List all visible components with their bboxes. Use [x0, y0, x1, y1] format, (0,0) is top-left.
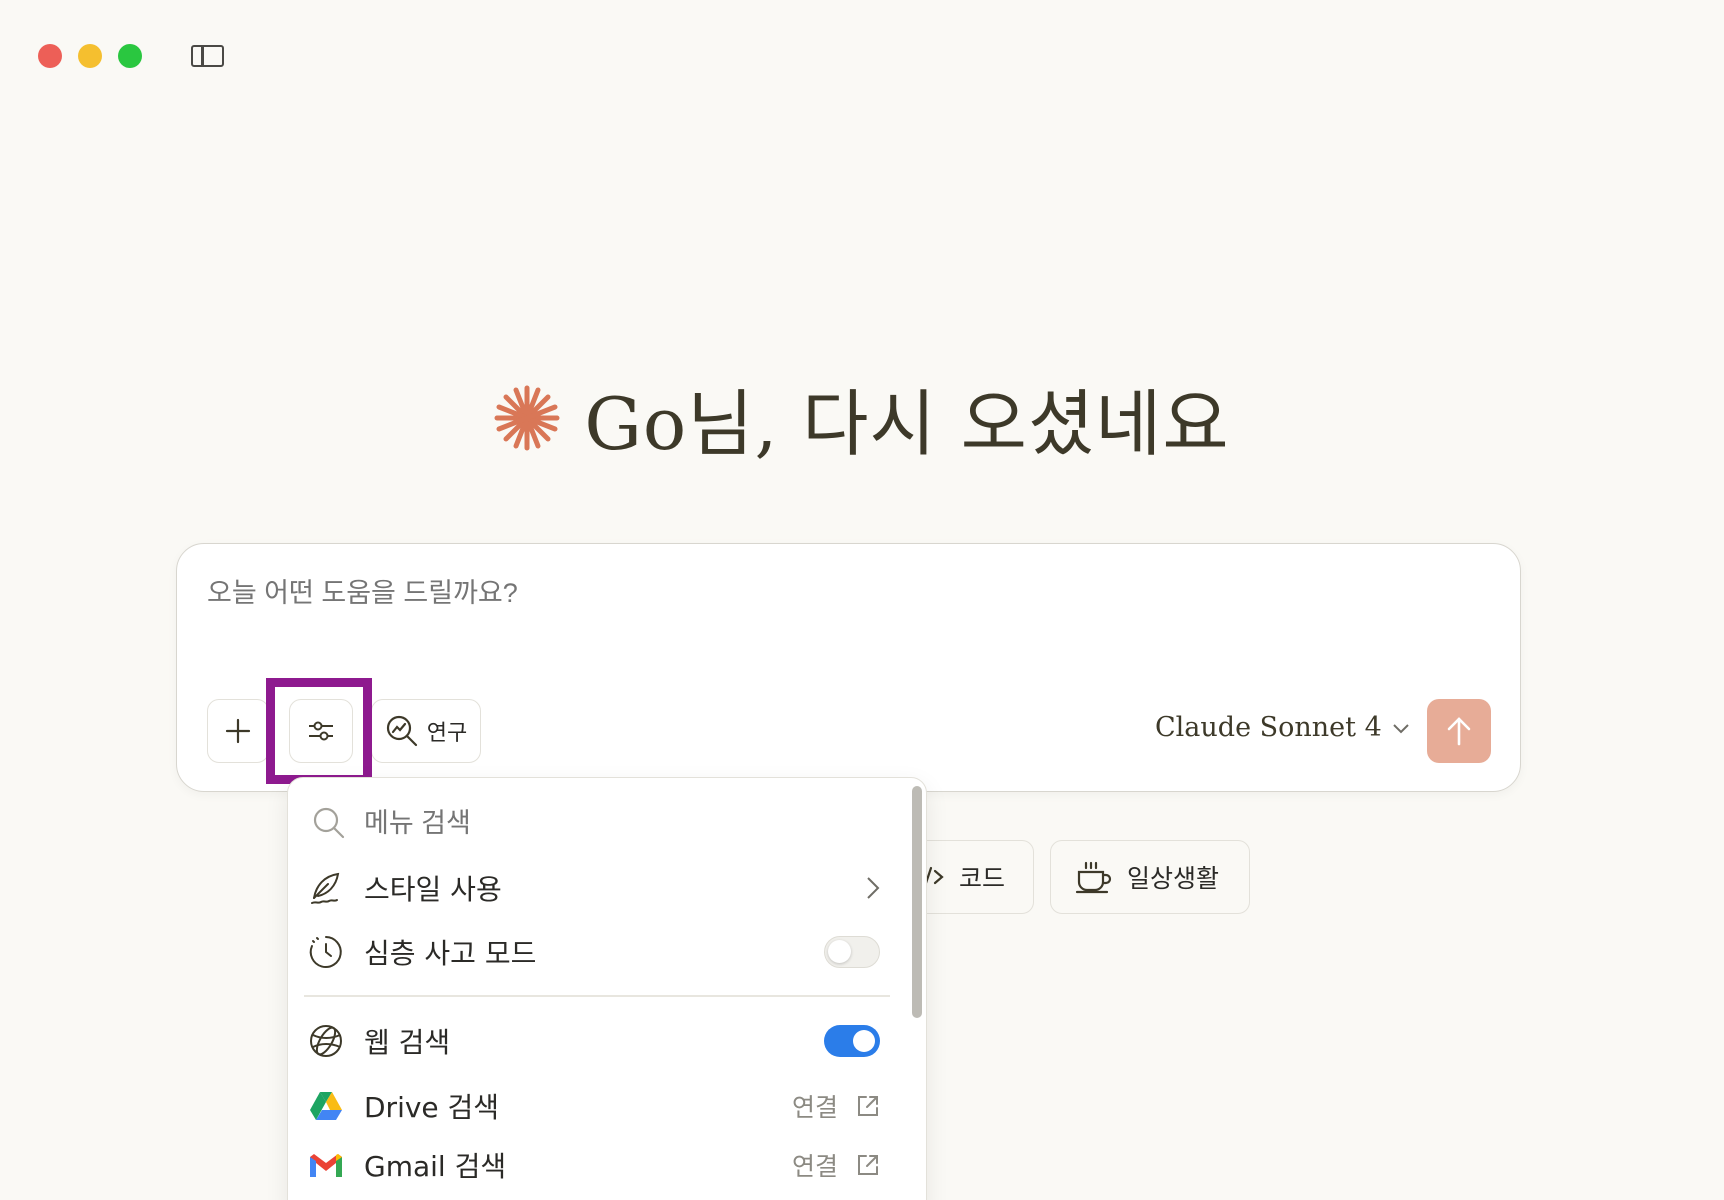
menu-item-deep-thinking[interactable]: 심층 사고 모드 — [308, 924, 880, 980]
chip-code-label: 코드 — [959, 864, 1006, 893]
minimize-window-button[interactable] — [78, 44, 102, 68]
feather-pen-icon — [308, 870, 344, 906]
menu-item-gmail-search-label: Gmail 검색 — [364, 1150, 507, 1183]
chip-daily-life-label: 일상생활 — [1127, 864, 1220, 893]
coffee-cup-icon — [1075, 860, 1113, 894]
external-link-icon — [856, 1094, 880, 1118]
menu-item-style-label: 스타일 사용 — [364, 873, 502, 906]
menu-divider — [304, 995, 890, 997]
menu-item-drive-search-label: Drive 검색 — [364, 1091, 500, 1124]
drive-connect-label: 연결 — [791, 1093, 838, 1122]
research-magnifier-icon — [385, 714, 419, 748]
arrow-up-icon — [1446, 716, 1472, 746]
highlight-box — [266, 678, 372, 784]
search-icon — [312, 806, 346, 840]
external-link-icon — [856, 1153, 880, 1177]
research-label: 연구 — [426, 721, 468, 746]
window-controls — [38, 44, 142, 68]
menu-item-deep-thinking-label: 심층 사고 모드 — [364, 937, 537, 970]
maximize-window-button[interactable] — [118, 44, 142, 68]
menu-item-web-search-label: 웹 검색 — [364, 1026, 451, 1059]
composer: 연구 Claude Sonnet 4 — [176, 543, 1521, 792]
deep-thinking-toggle[interactable] — [824, 936, 880, 968]
claude-spark-icon — [494, 385, 560, 451]
menu-scrollbar[interactable] — [912, 786, 922, 1018]
drive-connect-link[interactable]: 연결 — [792, 1088, 880, 1124]
web-search-toggle[interactable] — [824, 1025, 880, 1057]
research-button[interactable]: 연구 — [371, 699, 481, 763]
plus-icon — [225, 718, 251, 744]
send-button[interactable] — [1427, 699, 1491, 763]
gmail-icon — [308, 1151, 344, 1179]
globe-icon — [308, 1023, 344, 1059]
chip-daily-life[interactable]: 일상생활 — [1050, 840, 1250, 914]
menu-item-gmail-search[interactable]: Gmail 검색 연결 — [308, 1137, 880, 1193]
sidebar-toggle-icon[interactable] — [191, 45, 224, 67]
clock-icon — [308, 934, 344, 970]
menu-search — [312, 806, 664, 840]
model-label: Claude Sonnet 4 — [1155, 712, 1382, 743]
menu-item-style[interactable]: 스타일 사용 — [308, 860, 880, 916]
greeting-text: Go님, 다시 오셨네요 — [584, 382, 1230, 466]
menu-item-drive-search[interactable]: Drive 검색 연결 — [308, 1078, 880, 1134]
close-window-button[interactable] — [38, 44, 62, 68]
chevron-down-icon — [1392, 722, 1410, 734]
google-drive-icon — [308, 1090, 344, 1122]
gmail-connect-link[interactable]: 연결 — [792, 1147, 880, 1183]
menu-item-web-search[interactable]: 웹 검색 — [308, 1013, 880, 1069]
model-selector[interactable]: Claude Sonnet 4 — [1155, 712, 1410, 743]
menu-search-input[interactable] — [364, 807, 664, 839]
prompt-input[interactable] — [207, 578, 561, 609]
add-attachment-button[interactable] — [207, 699, 269, 763]
tools-menu: 스타일 사용 심층 사고 모드 웹 검색 Dri — [287, 777, 927, 1200]
greeting: Go님, 다시 오셨네요 — [0, 365, 1724, 470]
chevron-right-icon — [866, 876, 880, 900]
gmail-connect-label: 연결 — [791, 1152, 838, 1181]
